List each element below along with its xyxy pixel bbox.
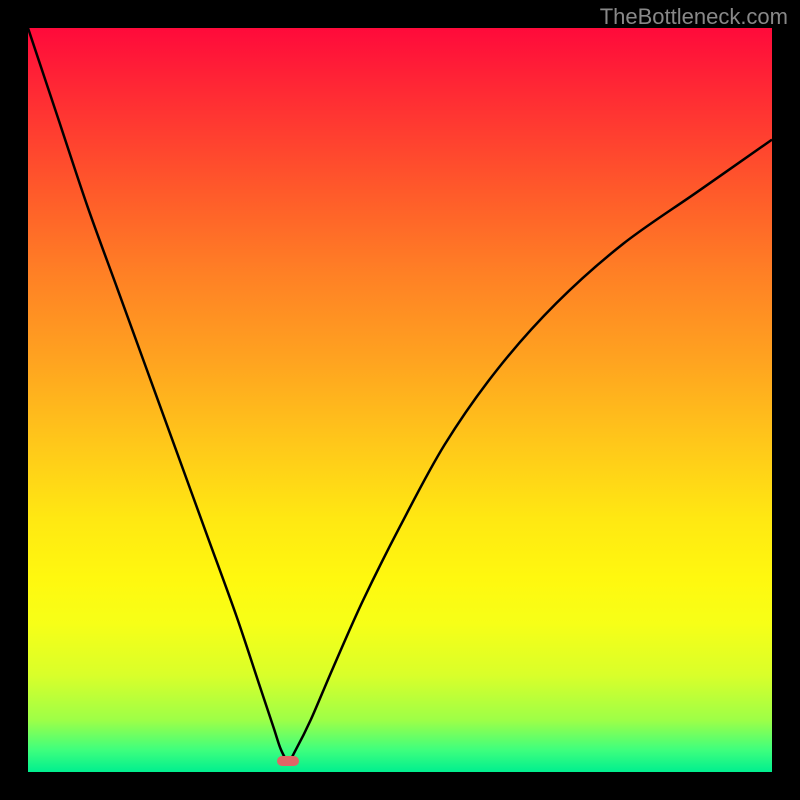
minimum-point-marker bbox=[277, 756, 299, 766]
chart-curve-svg bbox=[28, 28, 772, 772]
bottleneck-curve-line bbox=[28, 28, 772, 761]
chart-plot-area bbox=[28, 28, 772, 772]
watermark-text: TheBottleneck.com bbox=[600, 4, 788, 30]
